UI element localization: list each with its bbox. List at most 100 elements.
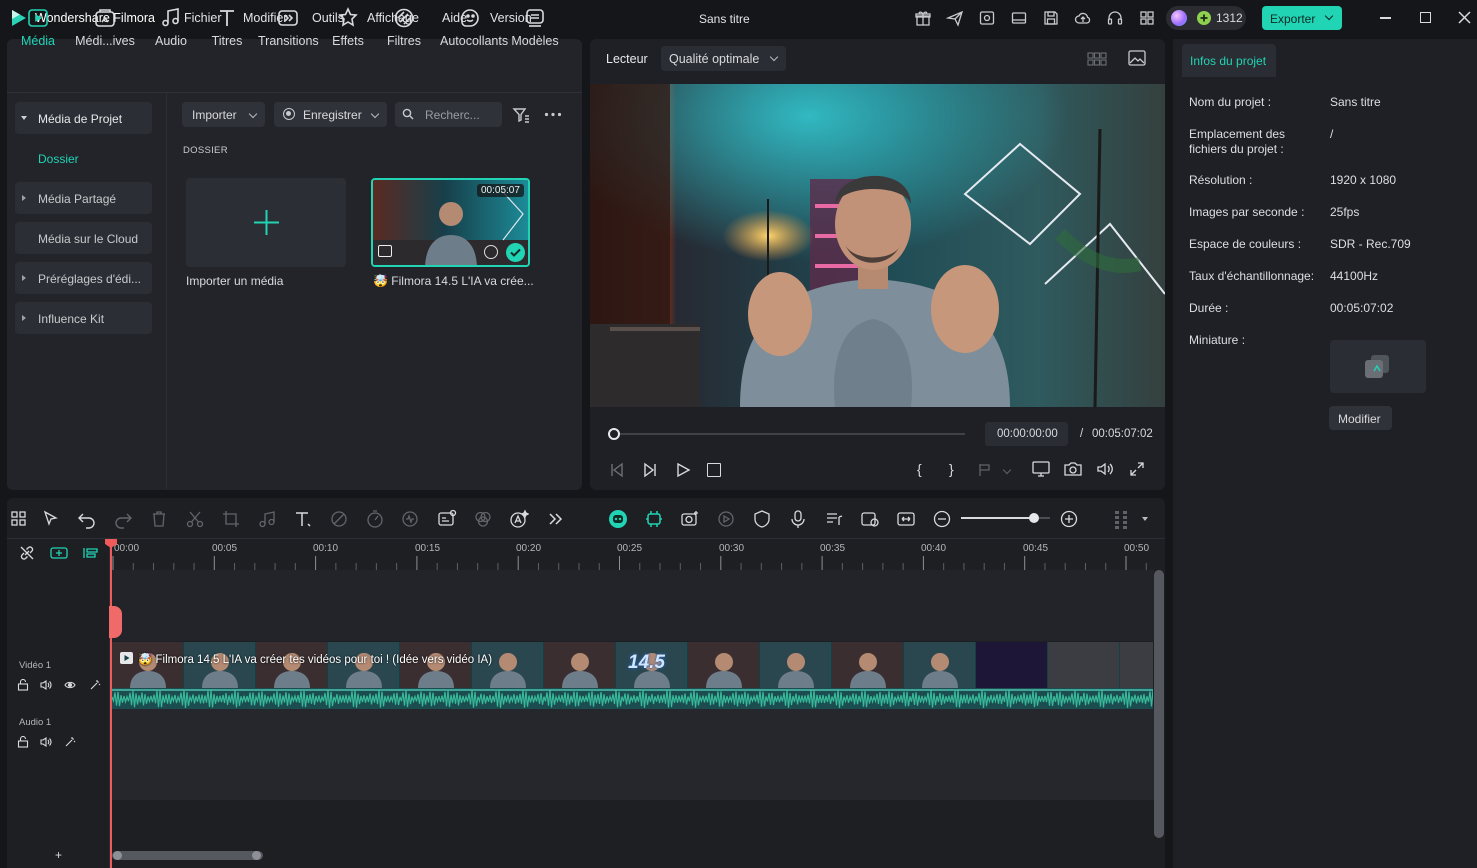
magnet-snap-icon[interactable] [644,509,664,529]
next-frame-icon[interactable] [642,462,658,478]
headset-icon[interactable] [1106,9,1124,27]
speed-icon[interactable] [365,509,385,529]
cut-icon[interactable] [185,509,205,529]
sidebar-item-shared-media[interactable]: Média Partagé [15,182,152,214]
sidebar-item-edit-presets[interactable]: Préréglages d'édi... [15,262,152,294]
scrollbar-handle-right[interactable] [252,851,261,860]
thumbnail-preview[interactable] [1330,340,1426,393]
video-preview[interactable] [590,84,1165,407]
quality-dropdown[interactable]: Qualité optimale [661,46,786,71]
monitor-icon[interactable] [1032,461,1050,477]
add-track-icon[interactable] [50,546,68,560]
voiceover-text-icon[interactable] [824,509,844,529]
audio-edit-icon[interactable] [257,509,277,529]
crop-icon[interactable] [221,509,241,529]
layout-grid-icon[interactable] [9,509,29,529]
record-button[interactable]: Enregistrer [274,102,387,127]
camera-icon[interactable] [1064,461,1082,477]
zoom-out-icon[interactable] [932,509,952,529]
close-icon[interactable] [1458,11,1471,24]
sidebar-item-project-media[interactable]: Média de Projet [15,102,152,134]
marker-icon[interactable] [978,462,994,478]
fullscreen-icon[interactable] [1129,461,1145,477]
caret-down-icon[interactable] [1142,517,1148,521]
gift-icon[interactable] [914,9,932,27]
current-time-field[interactable]: 00:00:00:00 [985,422,1068,446]
playhead-drag-tab[interactable] [109,606,122,638]
credits-badge[interactable]: 1312 [1166,6,1246,30]
layout-icon[interactable] [1010,9,1028,27]
apps-grid-icon[interactable] [1138,9,1156,27]
audio-track-lane[interactable] [111,709,1154,800]
export-button[interactable]: Exporter [1262,6,1342,30]
maximize-icon[interactable] [1420,12,1431,23]
redo-icon[interactable] [113,509,133,529]
tab-stock-media[interactable]: Médi...ives [75,6,135,48]
video-clip[interactable]: 🤯 Filmora 14.5 L'IA va créer tes vidéos … [112,642,1153,709]
modify-thumbnail-button[interactable]: Modifier [1329,406,1392,430]
tab-effects[interactable]: Effets [318,6,378,48]
stop-icon[interactable] [707,463,721,477]
tab-stickers[interactable]: Autocollants [440,6,508,48]
track-view-icon[interactable] [1111,509,1131,529]
playback-progress-knob[interactable] [608,428,620,440]
save-icon[interactable] [1042,9,1060,27]
clip-settings-icon[interactable] [860,509,880,529]
lock-icon[interactable] [17,736,29,748]
microphone-icon[interactable] [788,509,808,529]
auto-reframe-icon[interactable] [680,509,700,529]
eye-icon[interactable] [64,679,76,691]
magic-wand-icon[interactable] [64,736,76,748]
snapshot-image-icon[interactable] [1128,50,1146,66]
select-tool-icon[interactable] [41,509,61,529]
import-media-tile[interactable] [186,178,346,267]
magic-wand-icon[interactable] [89,679,101,691]
more-tools-icon[interactable] [545,509,565,529]
zoom-in-icon[interactable] [1059,509,1079,529]
more-options-icon[interactable] [544,112,562,117]
import-button[interactable]: Importer [182,102,265,127]
horizontal-scrollbar[interactable] [112,851,263,860]
volume-icon[interactable] [1096,461,1114,477]
add-track-button[interactable]: + [55,848,62,862]
tab-audio[interactable]: Audio [141,6,201,48]
zoom-slider-knob[interactable] [1028,513,1039,523]
color-match-icon[interactable] [329,509,349,529]
scrollbar-handle-left[interactable] [113,851,122,860]
sidebar-item-folder[interactable]: Dossier [38,152,79,166]
mark-out-button[interactable]: } [949,461,954,477]
previous-frame-icon[interactable] [609,462,625,478]
mark-in-button[interactable]: { [917,461,922,477]
ai-copilot-icon[interactable] [509,509,529,529]
screen-record-icon[interactable] [978,9,996,27]
filter-sort-icon[interactable] [512,106,530,124]
play-icon[interactable] [675,462,691,478]
tab-titles[interactable]: Titres [197,6,257,48]
tab-filters[interactable]: Filtres [374,6,434,48]
speaker-icon[interactable] [40,679,52,691]
track-manager-icon[interactable] [83,546,99,560]
playhead-line[interactable] [110,539,112,868]
playback-progress-track[interactable] [614,433,965,435]
player-tab[interactable]: Lecteur [606,52,648,66]
delete-icon[interactable] [149,509,169,529]
sidebar-item-cloud-media[interactable]: Média sur le Cloud [15,222,152,254]
fit-timeline-icon[interactable] [896,509,916,529]
render-preview-icon[interactable] [716,509,736,529]
search-input[interactable]: Recherc... [395,102,502,127]
sidebar-item-influence-kit[interactable]: Influence Kit [15,302,152,334]
tab-transitions[interactable]: Transitions [258,6,319,48]
ai-assistant-icon[interactable] [608,509,628,529]
vertical-scrollbar[interactable] [1154,570,1164,838]
media-clip-thumbnail[interactable]: 00:05:07 [371,178,530,267]
grid-view-icon[interactable] [1087,52,1107,66]
tab-templates[interactable]: Modèles [505,6,565,48]
project-info-tab[interactable]: Infos du projet [1182,44,1276,77]
tab-media[interactable]: Média [8,6,68,48]
speaker-icon[interactable] [40,736,52,748]
minimize-icon[interactable] [1380,17,1391,19]
undo-icon[interactable] [77,509,97,529]
ai-subtitle-icon[interactable] [437,509,457,529]
send-icon[interactable] [946,9,964,27]
blend-icon[interactable] [473,509,493,529]
